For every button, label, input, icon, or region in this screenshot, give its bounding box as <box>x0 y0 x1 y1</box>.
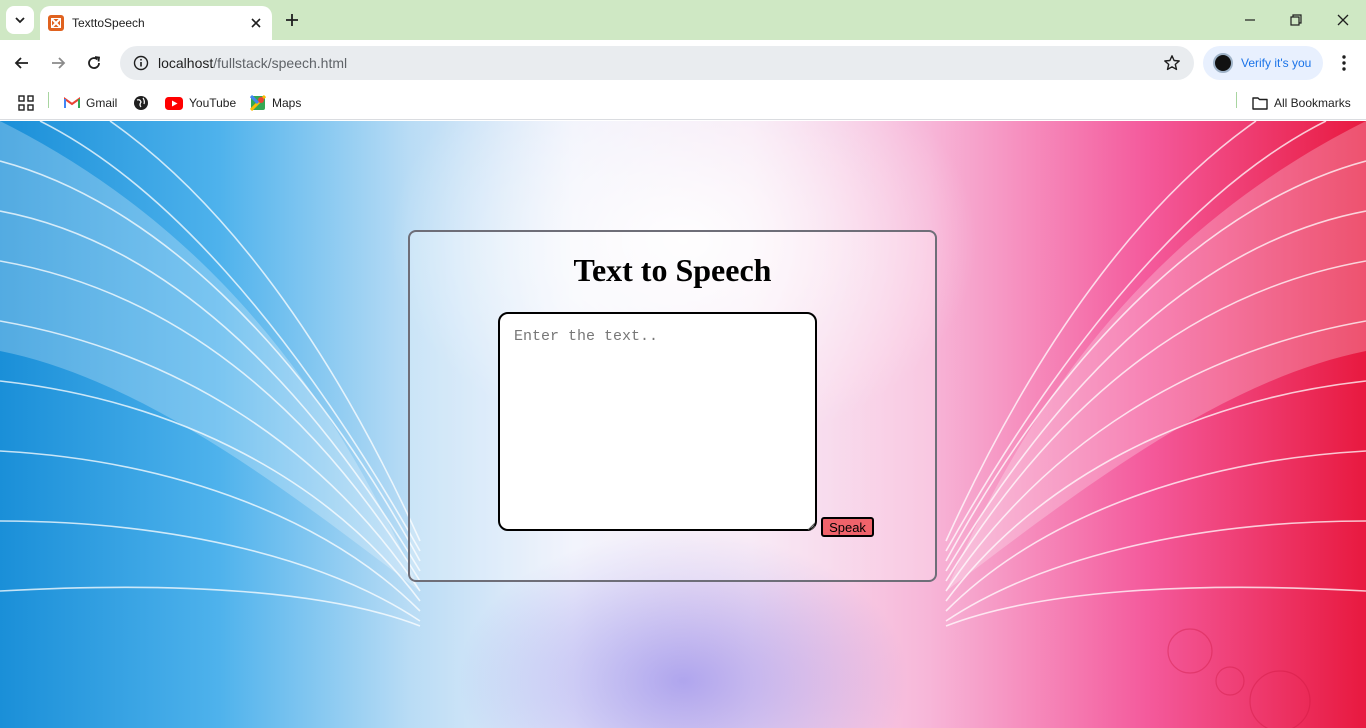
bookmark-globe[interactable] <box>133 92 155 114</box>
url-path: /fullstack/speech.html <box>213 55 348 71</box>
apps-button[interactable] <box>18 92 34 114</box>
gmail-icon <box>64 95 80 111</box>
reload-button[interactable] <box>80 49 108 77</box>
tab-search-button[interactable] <box>6 6 34 34</box>
browser-toolbar: localhost/fullstack/speech.html Verify i… <box>0 40 1366 86</box>
arrow-right-icon <box>52 57 66 69</box>
bookmark-label: Gmail <box>86 96 118 110</box>
chevron-down-icon <box>15 17 25 24</box>
more-vertical-icon <box>1342 55 1346 71</box>
folder-icon <box>1252 95 1268 111</box>
restore-icon <box>1290 14 1302 26</box>
resize-grip-icon[interactable] <box>807 522 815 530</box>
globe-icon <box>133 95 149 111</box>
avatar <box>1213 53 1233 73</box>
bookmark-youtube[interactable]: YouTube <box>165 92 236 114</box>
bookmark-label: Maps <box>272 96 302 110</box>
youtube-icon <box>165 95 183 111</box>
url-text: localhost/fullstack/speech.html <box>158 55 347 71</box>
active-tab[interactable]: TexttoSpeech <box>40 6 272 40</box>
maps-icon <box>250 95 266 111</box>
bookmarks-divider <box>48 92 49 108</box>
back-button[interactable] <box>8 49 36 77</box>
tab-close-button[interactable] <box>244 11 268 35</box>
browser-menu-button[interactable] <box>1330 49 1358 77</box>
xampp-icon <box>48 15 64 31</box>
speak-button[interactable]: Speak <box>821 517 874 537</box>
all-bookmarks-button[interactable]: All Bookmarks <box>1252 92 1351 114</box>
new-tab-button[interactable] <box>280 8 304 32</box>
address-bar[interactable]: localhost/fullstack/speech.html <box>120 46 1194 80</box>
close-icon <box>251 18 261 28</box>
close-window-button[interactable] <box>1326 6 1360 34</box>
bookmarks-divider <box>1236 92 1237 108</box>
restore-button[interactable] <box>1279 6 1313 34</box>
profile-label: Verify it's you <box>1241 56 1312 70</box>
page-title: Text to Speech <box>573 252 772 288</box>
star-icon <box>1164 55 1180 71</box>
forward-button[interactable] <box>44 49 72 77</box>
tts-card: Text to Speech Speak <box>408 230 937 582</box>
apps-grid-icon <box>18 95 34 111</box>
tab-strip: TexttoSpeech <box>0 0 1366 40</box>
minimize-button[interactable] <box>1233 6 1267 34</box>
minimize-icon <box>1245 19 1255 21</box>
close-icon <box>1337 14 1349 26</box>
bookmark-gmail[interactable]: Gmail <box>64 92 117 114</box>
bookmarks-bar: Gmail YouTube Maps All Bookmarks <box>0 86 1366 120</box>
site-info-button[interactable] <box>130 52 152 74</box>
url-host: localhost <box>158 55 214 71</box>
reload-icon <box>88 56 101 69</box>
bookmark-star-button[interactable] <box>1162 53 1182 73</box>
info-icon <box>133 55 149 71</box>
all-bookmarks-label: All Bookmarks <box>1274 96 1351 110</box>
profile-button[interactable]: Verify it's you <box>1203 46 1323 80</box>
page-viewport: Text to Speech Speak <box>0 121 1366 728</box>
text-input[interactable] <box>498 312 817 531</box>
arrow-left-icon <box>14 57 28 69</box>
bookmark-maps[interactable]: Maps <box>250 92 301 114</box>
bookmark-label: YouTube <box>189 96 237 110</box>
plus-icon <box>286 14 298 26</box>
tab-title: TexttoSpeech <box>72 16 145 30</box>
